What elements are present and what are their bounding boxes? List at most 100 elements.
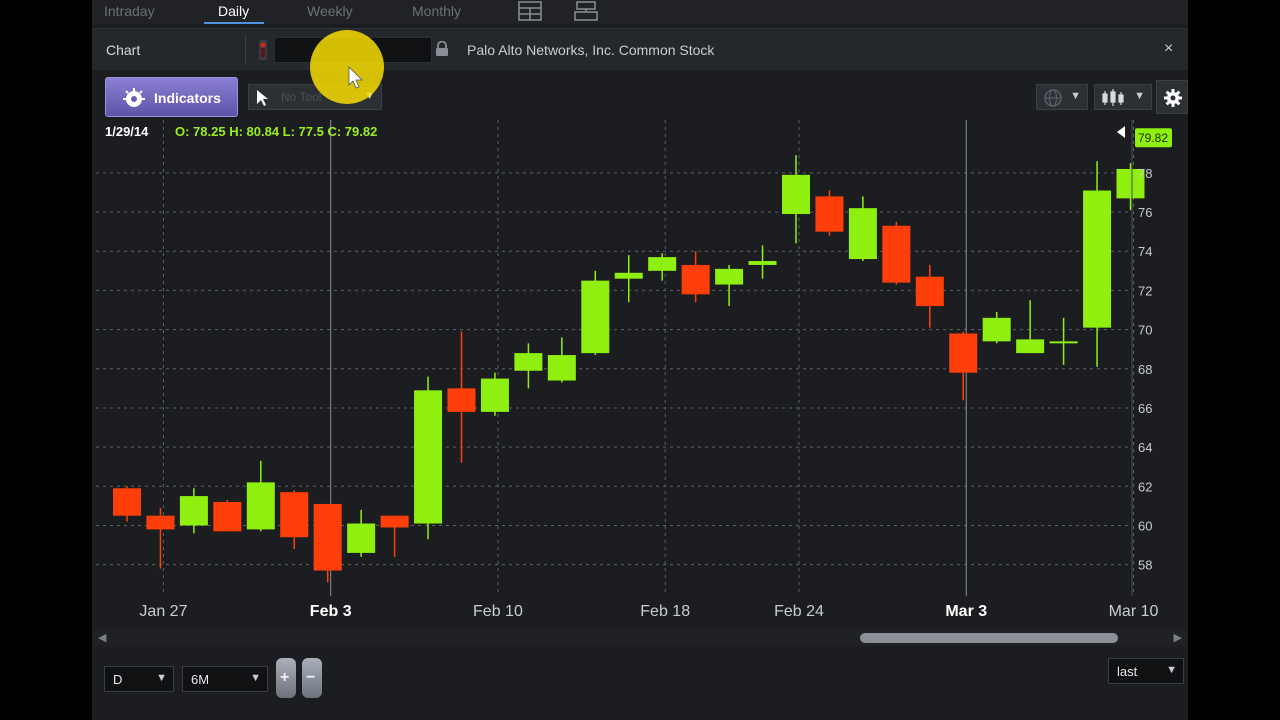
y-tick-label: 66 xyxy=(1138,401,1152,416)
layout-grid-icon[interactable] xyxy=(518,1,542,21)
chart-header: Chart Palo Alto Networks, Inc. Common St… xyxy=(92,28,1188,70)
candle[interactable] xyxy=(414,376,443,540)
collapse-arrow-icon[interactable] xyxy=(1117,126,1125,138)
candle-body xyxy=(547,355,576,381)
zoom-out-button[interactable]: − xyxy=(302,658,322,698)
candle-body xyxy=(748,261,777,265)
x-tick-label: Feb 24 xyxy=(774,603,824,620)
candle[interactable] xyxy=(614,255,643,303)
zoom-in-button[interactable]: + xyxy=(276,658,296,698)
candle[interactable] xyxy=(782,155,810,244)
candle-body xyxy=(213,501,242,532)
y-tick-label: 76 xyxy=(1138,205,1152,220)
zoom-out-icon: − xyxy=(306,669,316,686)
candlestick-chart[interactable]: 58 60 62 64 66 68 70 72 74 76 78 Jan 27 Feb 3 Feb 10 F… xyxy=(92,120,1188,628)
candle[interactable] xyxy=(313,503,342,583)
candle-body xyxy=(514,353,543,371)
candle-body xyxy=(246,482,275,530)
candle[interactable] xyxy=(447,331,476,463)
close-icon[interactable]: × xyxy=(1164,40,1173,58)
candle[interactable] xyxy=(581,270,610,356)
candle[interactable] xyxy=(179,488,208,534)
header-divider xyxy=(245,35,246,65)
active-tab-indicator xyxy=(204,22,264,24)
chart-scrollbar[interactable]: ◀ ▶ xyxy=(92,630,1188,646)
candlestick-style-icon xyxy=(1102,89,1124,106)
candle-body xyxy=(414,390,443,524)
range-value: 6M xyxy=(191,672,210,687)
candle[interactable] xyxy=(882,221,911,285)
price-type-value: last xyxy=(1117,664,1138,679)
candle-body xyxy=(480,378,509,412)
candle[interactable] xyxy=(547,337,576,383)
link-color-icon[interactable] xyxy=(258,39,268,61)
candle[interactable] xyxy=(949,331,978,401)
y-tick-label: 62 xyxy=(1138,479,1152,494)
chevron-down-icon: ▼ xyxy=(1070,90,1081,102)
candle[interactable] xyxy=(347,509,376,557)
candle[interactable] xyxy=(380,515,409,557)
tab-intraday[interactable]: Intraday xyxy=(104,3,155,19)
candle[interactable] xyxy=(1083,161,1112,367)
candle[interactable] xyxy=(113,486,141,522)
candle-body xyxy=(347,523,376,553)
chart-style-select[interactable]: ▼ xyxy=(1094,84,1152,110)
candle[interactable] xyxy=(1049,317,1078,365)
chevron-down-icon: ▼ xyxy=(1166,664,1177,676)
chart-window: Intraday Daily Weekly Monthly Chart Palo… xyxy=(92,0,1188,720)
candle-body xyxy=(949,333,978,373)
chevron-down-icon: ▼ xyxy=(1134,90,1145,102)
candle[interactable] xyxy=(848,196,877,262)
candle[interactable] xyxy=(982,311,1011,344)
tab-weekly[interactable]: Weekly xyxy=(307,3,353,19)
candle-body xyxy=(280,492,309,538)
scroll-thumb[interactable] xyxy=(860,633,1118,643)
x-tick-label: Mar 3 xyxy=(945,603,987,620)
candle-body xyxy=(1083,190,1112,328)
price-type-select[interactable]: last ▼ xyxy=(1108,658,1184,684)
candle[interactable] xyxy=(514,343,543,389)
candle[interactable] xyxy=(648,253,677,281)
candle-body xyxy=(915,276,944,307)
period-select[interactable]: D ▼ xyxy=(104,666,174,692)
candle[interactable] xyxy=(480,372,509,416)
scroll-left-icon[interactable]: ◀ xyxy=(98,631,106,644)
candle[interactable] xyxy=(146,507,175,569)
x-tick-label: Jan 27 xyxy=(139,603,187,620)
candle[interactable] xyxy=(246,460,275,532)
timeframe-tabs: Intraday Daily Weekly Monthly xyxy=(92,0,1188,24)
candle[interactable] xyxy=(681,251,710,303)
drawing-tool-placeholder: No Tool xyxy=(281,90,322,104)
candle[interactable] xyxy=(715,264,744,307)
candle[interactable] xyxy=(815,190,844,236)
y-tick-label: 60 xyxy=(1138,518,1152,533)
chart-label: Chart xyxy=(106,42,141,58)
scroll-right-icon[interactable]: ▶ xyxy=(1174,631,1182,644)
candle-body xyxy=(815,196,844,232)
candle[interactable] xyxy=(213,500,242,532)
candle-body xyxy=(179,496,208,526)
candle-body xyxy=(848,208,877,260)
candle[interactable] xyxy=(1016,300,1045,354)
candle[interactable] xyxy=(748,245,777,279)
chart-settings-button[interactable] xyxy=(1156,80,1188,114)
candle[interactable] xyxy=(280,490,309,549)
lock-icon[interactable] xyxy=(435,41,449,57)
mouse-cursor-icon xyxy=(348,66,363,89)
y-tick-label: 74 xyxy=(1138,244,1152,259)
range-select[interactable]: 6M ▼ xyxy=(182,666,268,692)
ohlc-readout: O: 78.25 H: 80.84 L: 77.5 C: 79.82 xyxy=(175,124,377,139)
cursor-highlight xyxy=(310,30,384,104)
chevron-down-icon: ▼ xyxy=(156,672,167,684)
globe-select[interactable]: ▼ xyxy=(1036,84,1088,110)
y-tick-label: 58 xyxy=(1138,558,1152,573)
candle[interactable] xyxy=(915,264,944,328)
candle-body xyxy=(681,264,710,295)
candle-body xyxy=(447,388,476,412)
tab-daily[interactable]: Daily xyxy=(218,3,249,19)
y-tick-label: 78 xyxy=(1138,166,1152,181)
indicators-button[interactable]: Indicators xyxy=(105,77,238,117)
zoom-in-icon: + xyxy=(280,669,290,686)
layout-stack-icon[interactable] xyxy=(574,1,598,21)
tab-monthly[interactable]: Monthly xyxy=(412,3,461,19)
